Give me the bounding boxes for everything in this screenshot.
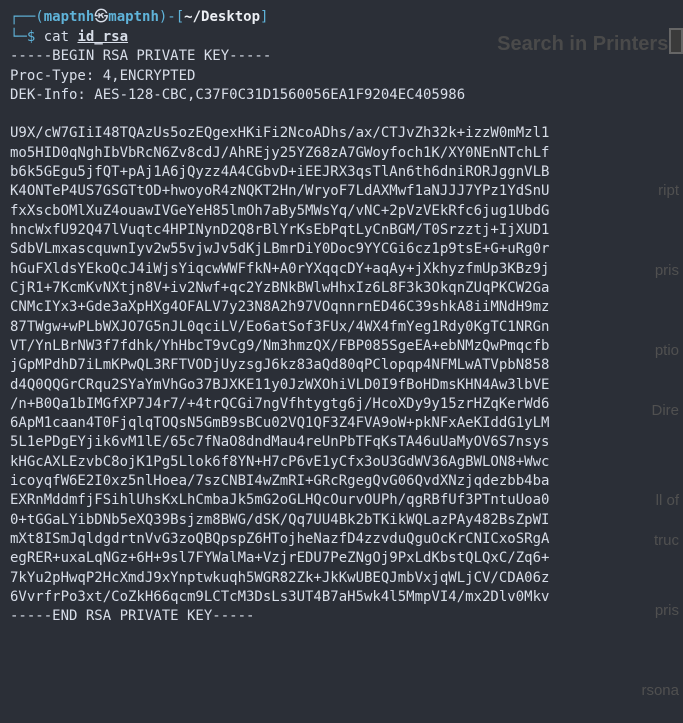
prompt-line-1: ┌──(maptnh㉿maptnh)-[~/Desktop] [10, 8, 673, 28]
prompt-line2-prefix: └─ [10, 29, 27, 45]
prompt-dollar: $ [27, 29, 35, 45]
prompt-close: )- [159, 9, 176, 25]
terminal-window[interactable]: ┌──(maptnh㉿maptnh)-[~/Desktop] └─$ cat i… [0, 0, 683, 635]
prompt-at: ㉿ [94, 9, 108, 25]
prompt-bracket-close: ] [260, 9, 268, 25]
command-name: cat [44, 29, 69, 45]
prompt-line-2: └─$ cat id_rsa [10, 28, 673, 48]
prompt-path: ~/Desktop [184, 9, 260, 25]
prompt-bracket-open: [ [176, 9, 184, 25]
terminal-output: -----BEGIN RSA PRIVATE KEY----- Proc-Typ… [10, 47, 673, 626]
bg-text: rsona [641, 680, 679, 701]
prompt-user: maptnh [44, 9, 95, 25]
command-argument: id_rsa [77, 29, 128, 45]
prompt-host: maptnh [108, 9, 159, 25]
prompt-prefix: ┌──( [10, 9, 44, 25]
